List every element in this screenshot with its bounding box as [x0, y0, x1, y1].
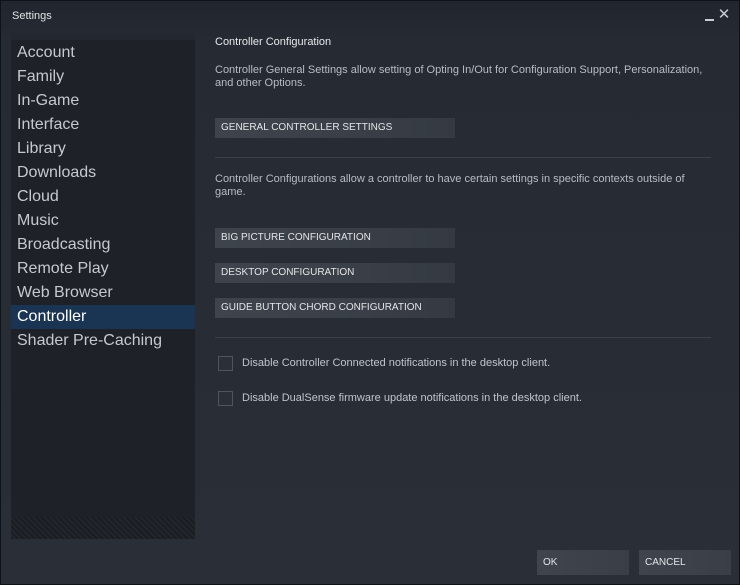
dualsense-firmware-notifications-checkbox[interactable]	[218, 391, 233, 406]
sidebar-item-controller[interactable]: Controller	[11, 305, 195, 329]
big-picture-configuration-button[interactable]: BIG PICTURE CONFIGURATION	[215, 228, 455, 248]
sidebar-item-downloads[interactable]: Downloads	[11, 161, 195, 185]
sidebar-item-shader-pre-caching[interactable]: Shader Pre-Caching	[11, 329, 195, 353]
divider	[215, 337, 711, 338]
sidebar-item-web-browser[interactable]: Web Browser	[11, 281, 195, 305]
title-bar[interactable]: Settings ✕	[1, 1, 739, 31]
sidebar-item-library[interactable]: Library	[11, 137, 195, 161]
general-controller-settings-button[interactable]: GENERAL CONTROLLER SETTINGS	[215, 118, 455, 138]
sidebar-nav: Account Family In-Game Interface Library…	[11, 41, 195, 353]
controller-connected-notifications-checkbox[interactable]	[218, 356, 233, 371]
section-title: Controller Configuration	[215, 36, 332, 48]
sidebar-footer-texture	[11, 517, 195, 539]
sidebar-item-broadcasting[interactable]: Broadcasting	[11, 233, 195, 257]
guide-button-chord-configuration-button[interactable]: GUIDE BUTTON CHORD CONFIGURATION	[215, 298, 455, 318]
configurations-description: Controller Configurations allow a contro…	[215, 173, 685, 198]
cancel-button[interactable]: CANCEL	[639, 550, 731, 575]
ok-button[interactable]: OK	[537, 550, 629, 575]
sidebar-item-music[interactable]: Music	[11, 209, 195, 233]
sidebar-item-family[interactable]: Family	[11, 65, 195, 89]
checkbox-label: Disable DualSense firmware update notifi…	[242, 392, 582, 404]
sidebar-item-interface[interactable]: Interface	[11, 113, 195, 137]
sidebar-item-remote-play[interactable]: Remote Play	[11, 257, 195, 281]
sidebar-item-in-game[interactable]: In-Game	[11, 89, 195, 113]
sidebar-header-strip	[11, 34, 195, 40]
window-title: Settings	[12, 10, 52, 22]
divider	[215, 157, 711, 158]
settings-sidebar: Account Family In-Game Interface Library…	[11, 34, 195, 539]
sidebar-item-cloud[interactable]: Cloud	[11, 185, 195, 209]
settings-window: Settings ✕ Account Family In-Game Interf…	[0, 0, 740, 585]
close-icon[interactable]: ✕	[717, 7, 731, 23]
sidebar-item-account[interactable]: Account	[11, 41, 195, 65]
desktop-configuration-button[interactable]: DESKTOP CONFIGURATION	[215, 263, 455, 283]
general-settings-description: Controller General Settings allow settin…	[215, 64, 703, 89]
checkbox-label: Disable Controller Connected notificatio…	[242, 357, 551, 369]
minimize-icon[interactable]	[703, 7, 717, 23]
